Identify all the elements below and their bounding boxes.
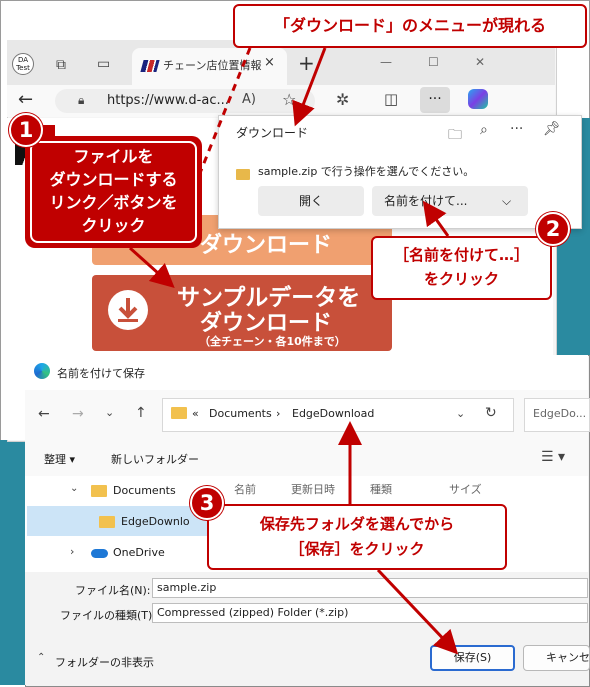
- callout-step2-line: ［名前を付けて…］: [393, 246, 529, 264]
- arrow-step1: [128, 246, 175, 289]
- callout-step2-line: をクリック: [423, 270, 499, 288]
- step-badge-3: 3: [190, 486, 224, 520]
- callout-step1-line: ファイルを: [73, 147, 154, 166]
- arrow-step2: [422, 200, 450, 237]
- callout-step3-line: ［保存］をクリック: [289, 540, 425, 558]
- annotation-arrows: [128, 47, 459, 655]
- callout-step2-text: ［名前を付けて…］ をクリック: [371, 243, 552, 291]
- callout-step1-line: リンク／ボタンを: [49, 193, 178, 212]
- arrow-step3-down: [376, 568, 459, 655]
- callout-step1-text: ファイルを ダウンロードする リンク／ボタンを クリック: [30, 145, 197, 237]
- arrow-top-to-panel: [292, 47, 327, 127]
- callout-step3-line: 保存先フォルダを選んでから: [259, 515, 455, 533]
- callout-step3-text: 保存先フォルダを選んでから ［保存］をクリック: [207, 512, 507, 562]
- arrow-top-dashed: [196, 47, 252, 179]
- callout-step1-line: ダウンロードする: [49, 170, 178, 189]
- callout-step1-line: クリック: [81, 216, 146, 235]
- step-badge-2: 2: [536, 212, 570, 246]
- step-badge-1: 1: [9, 113, 43, 147]
- callout-download-menu: 「ダウンロード」のメニューが現れる: [233, 4, 587, 48]
